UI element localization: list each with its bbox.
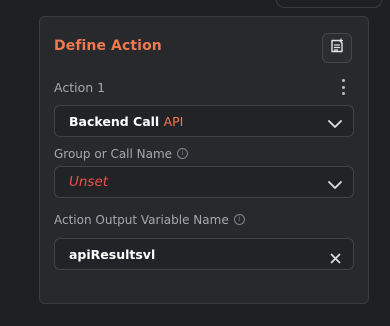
action-type-name: Backend Call bbox=[69, 114, 160, 129]
top-panel-stub bbox=[276, 0, 382, 8]
add-note-button[interactable] bbox=[322, 33, 352, 63]
output-variable-value: apiResultsvl bbox=[69, 247, 156, 262]
action-type-select[interactable]: Backend Call API bbox=[54, 105, 354, 137]
group-select[interactable]: Unset bbox=[54, 166, 354, 198]
action-type-tag: API bbox=[163, 114, 184, 129]
chevron-down-icon bbox=[327, 176, 343, 195]
card-title: Define Action bbox=[54, 38, 162, 54]
define-action-card: Define Action Action 1 Backend Call API … bbox=[39, 16, 369, 304]
group-value: Unset bbox=[69, 174, 109, 190]
notes-add-icon bbox=[329, 38, 345, 58]
action-label: Action 1 bbox=[54, 80, 106, 95]
info-icon[interactable]: i bbox=[177, 148, 189, 159]
group-label: Group or Call Name i bbox=[54, 147, 189, 161]
close-icon[interactable] bbox=[330, 249, 341, 268]
group-label-text: Group or Call Name bbox=[54, 147, 173, 161]
output-label: Action Output Variable Name i bbox=[54, 213, 245, 227]
output-variable-input[interactable]: apiResultsvl bbox=[54, 238, 354, 270]
info-icon[interactable]: i bbox=[233, 214, 245, 225]
action-type-value: Backend Call API bbox=[69, 114, 183, 129]
chevron-down-icon bbox=[327, 115, 343, 134]
more-vertical-icon[interactable] bbox=[339, 79, 347, 95]
output-label-text: Action Output Variable Name bbox=[54, 213, 229, 227]
